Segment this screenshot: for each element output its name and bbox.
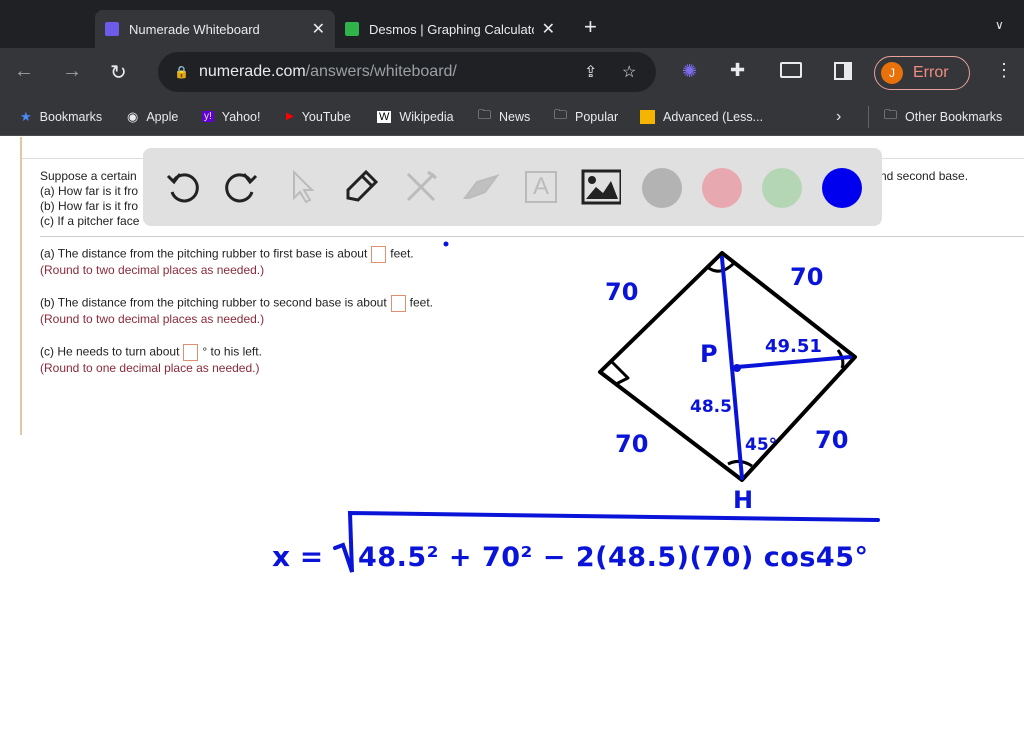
color-pink[interactable] bbox=[702, 168, 742, 208]
pitcher-point bbox=[733, 364, 741, 372]
tools-icon bbox=[406, 170, 437, 202]
distance-label: 49.51 bbox=[765, 336, 822, 357]
pencil-icon bbox=[346, 169, 379, 202]
side-label: 70 bbox=[815, 426, 848, 454]
equation-lhs: x = bbox=[272, 540, 323, 573]
image-icon bbox=[581, 169, 621, 205]
redo-icon bbox=[225, 173, 258, 203]
pointer-icon bbox=[293, 169, 315, 204]
pitcher-to-first-line bbox=[735, 355, 852, 369]
h-label: H bbox=[733, 486, 753, 514]
ink-dot bbox=[443, 241, 449, 247]
tools-button[interactable] bbox=[401, 167, 441, 207]
equation-rhs: 48.5² + 70² − 2(48.5)(70) cos45° bbox=[358, 542, 868, 573]
redo-button[interactable] bbox=[221, 167, 261, 207]
side-label: 70 bbox=[605, 278, 638, 306]
p-label: P bbox=[700, 340, 718, 368]
image-button[interactable] bbox=[581, 167, 621, 207]
distance-label: 48.5 bbox=[690, 397, 732, 417]
color-green[interactable] bbox=[762, 168, 802, 208]
angle-label: 45° bbox=[745, 435, 777, 455]
undo-icon bbox=[166, 173, 199, 203]
undo-button[interactable] bbox=[163, 167, 203, 207]
side-label: 70 bbox=[790, 263, 823, 291]
text-button[interactable]: A bbox=[521, 167, 561, 207]
pointer-button[interactable] bbox=[281, 167, 321, 207]
text-icon: A bbox=[525, 171, 557, 203]
eraser-button[interactable] bbox=[461, 167, 501, 207]
handwriting-layer: 70 70 70 70 P H 49.51 48.5 45° x = 48.5²… bbox=[272, 241, 880, 573]
eraser-icon bbox=[463, 174, 500, 199]
side-label: 70 bbox=[615, 430, 648, 458]
color-blue[interactable] bbox=[822, 168, 862, 208]
pencil-button[interactable] bbox=[341, 167, 381, 207]
color-gray[interactable] bbox=[642, 168, 682, 208]
whiteboard-toolbar: A bbox=[143, 148, 882, 226]
